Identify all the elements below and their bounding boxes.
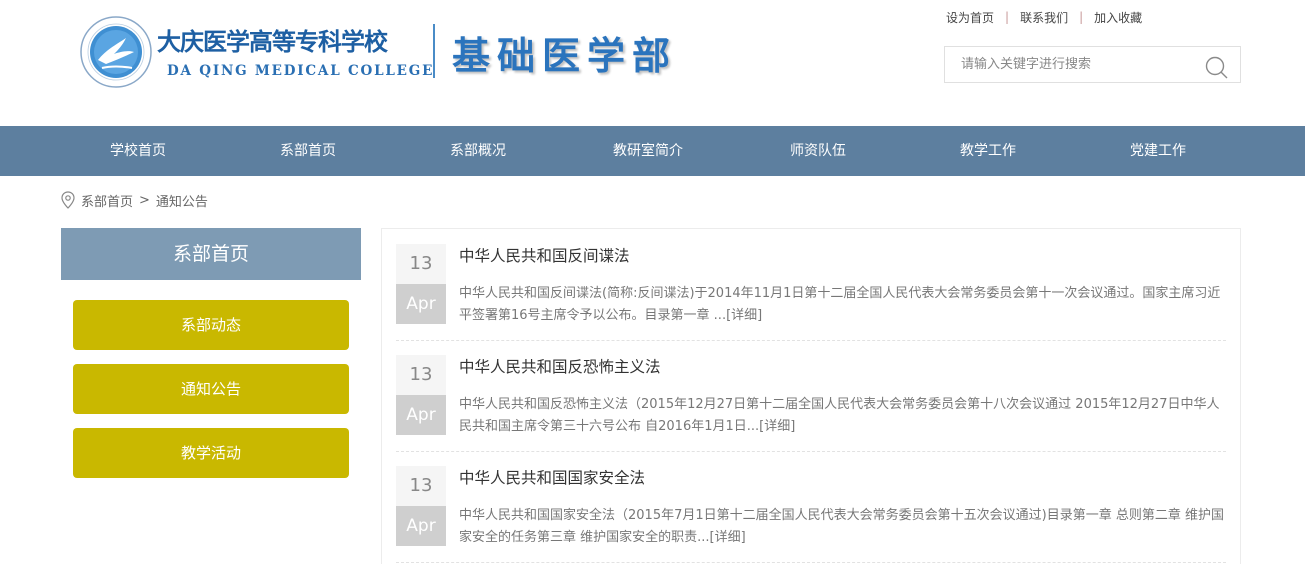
nav-faculty[interactable]: 师资队伍 [743,126,893,176]
breadcrumb-arrow: > [139,192,150,208]
header: 大庆医学高等专科学校 DA QING MEDICAL COLLEGE 基础医学部… [0,0,1305,126]
top-links: 设为首页 | 联系我们 | 加入收藏 [946,8,1142,26]
news-summary: 中华人民共和国反恐怖主义法（2015年12月27日第十二届全国人民代表大会常务委… [459,394,1226,438]
department-name: 基础医学部 [452,33,678,78]
nav-dept-overview[interactable]: 系部概况 [403,126,553,176]
contact-us-link[interactable]: 联系我们 [1020,9,1068,26]
date-month: Apr [396,284,446,324]
nav-teaching-office[interactable]: 教研室简介 [573,126,723,176]
set-homepage-link[interactable]: 设为首页 [946,9,994,26]
sidebar-title: 系部首页 [61,228,361,280]
search-box [944,46,1241,83]
details-link[interactable]: [详细] [759,419,795,434]
sidebar-item-notices[interactable]: 通知公告 [73,364,349,414]
details-link[interactable]: [详细] [710,530,746,545]
location-pin-icon [61,191,75,209]
school-emblem-icon [80,16,152,88]
breadcrumb-current: 通知公告 [155,194,208,210]
date-day: 13 [396,355,446,395]
main-nav: 学校首页 系部首页 系部概况 教研室简介 师资队伍 教学工作 党建工作 [0,126,1305,176]
date-month: Apr [396,395,446,435]
news-title[interactable]: 中华人民共和国反恐怖主义法 [459,355,661,377]
details-link[interactable]: [详细] [726,308,762,323]
list-item: 13 Apr 中华人民共和国反间谍法 中华人民共和国反间谍法(简称:反间谍法)于… [396,229,1226,341]
logo-divider [433,24,435,78]
link-separator: | [1079,10,1084,24]
breadcrumb-home[interactable]: 系部首页 [81,191,133,210]
summary-text: 中华人民共和国反间谍法(简称:反间谍法)于2014年11月1日第十二届全国人民代… [459,286,1221,323]
date-badge: 13 Apr [396,466,446,546]
nav-school-home[interactable]: 学校首页 [63,126,213,176]
nav-dept-home[interactable]: 系部首页 [233,126,383,176]
nav-teaching-work[interactable]: 教学工作 [913,126,1063,176]
breadcrumb: 系部首页 > 通知公告 [60,190,208,210]
item-divider [396,562,1226,563]
news-list: 13 Apr 中华人民共和国反间谍法 中华人民共和国反间谍法(简称:反间谍法)于… [381,228,1241,564]
news-summary: 中华人民共和国反间谍法(简称:反间谍法)于2014年11月1日第十二届全国人民代… [459,283,1226,327]
add-favorite-link[interactable]: 加入收藏 [1094,9,1142,26]
date-badge: 13 Apr [396,244,446,324]
list-item: 13 Apr 中华人民共和国国家安全法 中华人民共和国国家安全法（2015年7月… [396,451,1226,563]
sidebar-item-dept-news[interactable]: 系部动态 [73,300,349,350]
list-item: 13 Apr 中华人民共和国反恐怖主义法 中华人民共和国反恐怖主义法（2015年… [396,340,1226,452]
school-name-cn: 大庆医学高等专科学校 [157,28,388,56]
news-summary: 中华人民共和国国家安全法（2015年7月1日第十二届全国人民代表大会常务委员会第… [459,505,1226,549]
news-title[interactable]: 中华人民共和国国家安全法 [459,466,645,488]
date-month: Apr [396,506,446,546]
link-separator: | [1005,10,1010,24]
news-title[interactable]: 中华人民共和国反间谍法 [459,244,630,266]
summary-text: 中华人民共和国国家安全法（2015年7月1日第十二届全国人民代表大会常务委员会第… [459,508,1224,545]
sidebar-item-teaching-activities[interactable]: 教学活动 [73,428,349,478]
search-icon[interactable] [1204,55,1230,81]
summary-text: 中华人民共和国反恐怖主义法（2015年12月27日第十二届全国人民代表大会常务委… [459,397,1220,434]
nav-party-building[interactable]: 党建工作 [1083,126,1233,176]
date-day: 13 [396,244,446,284]
date-day: 13 [396,466,446,506]
date-badge: 13 Apr [396,355,446,435]
school-name-en: DA QING MEDICAL COLLEGE [167,63,435,79]
search-input[interactable] [945,47,1195,82]
